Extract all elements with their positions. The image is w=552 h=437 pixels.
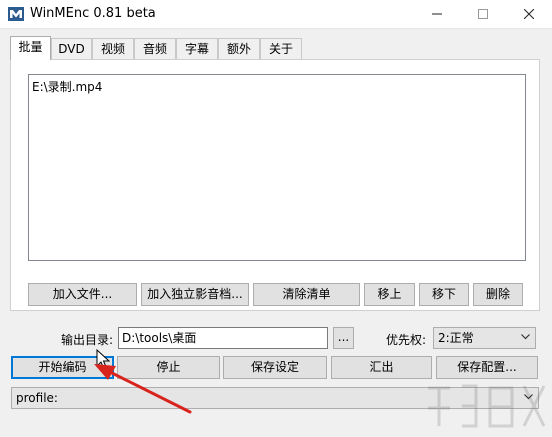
tab-batch[interactable]: 批量: [10, 36, 51, 60]
save-config-button[interactable]: 保存配置...: [436, 356, 538, 379]
tab-extra[interactable]: 额外: [218, 38, 260, 59]
move-down-button[interactable]: 移下: [419, 283, 469, 306]
clear-list-button[interactable]: 清除清单: [253, 283, 360, 306]
output-dir-input[interactable]: D:\tools\桌面: [118, 327, 328, 349]
priority-label: 优先权:: [386, 333, 427, 347]
tab-audio[interactable]: 音频: [134, 38, 176, 59]
batch-panel: E:\录制.mp4 加入文件... 加入独立影音档... 清除清单 移上 移下 …: [10, 59, 540, 311]
file-list[interactable]: E:\录制.mp4: [28, 74, 526, 261]
priority-select[interactable]: 2:正常: [433, 327, 536, 349]
browse-button[interactable]: ...: [333, 327, 354, 349]
tab-about[interactable]: 关于: [260, 38, 302, 59]
minimize-icon: [432, 13, 442, 15]
watermark-logo-icon: [428, 384, 546, 428]
file-list-item[interactable]: E:\录制.mp4: [32, 78, 102, 95]
export-button[interactable]: 汇出: [331, 356, 432, 379]
chevron-down-icon: [521, 334, 530, 340]
close-button[interactable]: [506, 0, 552, 28]
close-icon: [524, 9, 534, 19]
add-audio-track-button[interactable]: 加入独立影音档...: [141, 283, 249, 306]
move-up-button[interactable]: 移上: [364, 283, 415, 306]
winmenc-logo-icon: [8, 7, 24, 21]
maximize-button[interactable]: [460, 0, 506, 28]
title-bar: WinMEnc 0.81 beta: [0, 0, 552, 29]
delete-button[interactable]: 删除: [473, 283, 523, 306]
annotation-arrow-icon: [94, 364, 192, 414]
save-settings-button[interactable]: 保存设定: [223, 356, 327, 379]
tab-dvd[interactable]: DVD: [51, 38, 92, 59]
profile-value: profile:: [16, 391, 58, 405]
add-file-button[interactable]: 加入文件...: [28, 283, 137, 306]
tab-video[interactable]: 视频: [92, 38, 134, 59]
minimize-button[interactable]: [414, 0, 460, 28]
maximize-icon: [478, 9, 488, 19]
window-title: WinMEnc 0.81 beta: [30, 6, 156, 21]
priority-value: 2:正常: [438, 331, 474, 345]
output-dir-label: 输出目录:: [61, 333, 114, 347]
tab-subtitle[interactable]: 字幕: [176, 38, 218, 59]
